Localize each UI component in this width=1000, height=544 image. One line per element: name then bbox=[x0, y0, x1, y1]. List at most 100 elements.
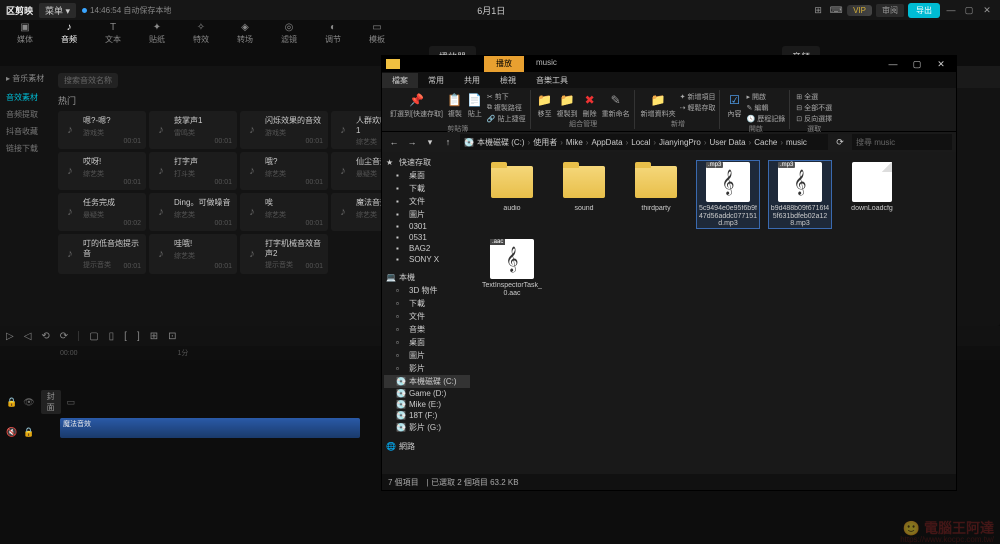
tree-item[interactable]: ▪圖片 bbox=[384, 208, 470, 221]
sound-card[interactable]: ♪Ding。可做噪音综艺类00:01 bbox=[149, 193, 237, 231]
category-tab-4[interactable]: ✧特效 bbox=[180, 20, 222, 46]
minimize-icon[interactable]: — bbox=[944, 3, 958, 17]
copypath-button[interactable]: ⧉ 複製路徑 bbox=[487, 103, 526, 113]
search-input[interactable]: 搜索音效名称 bbox=[58, 73, 118, 88]
breadcrumb-segment[interactable]: music bbox=[786, 138, 807, 147]
lock-icon[interactable]: 🔒 bbox=[6, 397, 17, 408]
breadcrumb-segment[interactable]: JianyingPro bbox=[659, 138, 701, 147]
sound-card[interactable]: ♪哎呀!综艺类00:01 bbox=[58, 152, 146, 190]
review-button[interactable]: 审阅 bbox=[876, 4, 904, 17]
copy-button[interactable]: 📋複製 bbox=[447, 92, 463, 119]
copyto-button[interactable]: 📁複製到 bbox=[557, 92, 578, 119]
sound-card[interactable]: ♪哇哦!综艺类00:01 bbox=[149, 234, 237, 274]
tree-item[interactable]: 💻本機 bbox=[384, 271, 470, 284]
tree-item[interactable]: 🌐網路 bbox=[384, 440, 470, 453]
sound-card[interactable]: ♪哦?综艺类00:01 bbox=[240, 152, 328, 190]
tool-button-6[interactable]: ▯ bbox=[109, 331, 115, 342]
tree-item[interactable]: 💽本機磁碟 (C:) bbox=[384, 375, 470, 388]
paste-button[interactable]: 📄貼上 bbox=[467, 92, 483, 119]
breadcrumb-segment[interactable]: AppData bbox=[591, 138, 622, 147]
export-button[interactable]: 导出 bbox=[908, 3, 940, 18]
sound-card[interactable]: ♪嗯?-嗯?游戏类00:01 bbox=[58, 111, 146, 149]
forward-button[interactable]: → bbox=[404, 134, 420, 150]
tool-button-7[interactable]: [ bbox=[124, 331, 127, 342]
tree-item[interactable]: ▫下載 bbox=[384, 297, 470, 310]
move-button[interactable]: 📁移至 bbox=[537, 92, 553, 119]
recent-button[interactable]: ▾ bbox=[422, 134, 438, 150]
vip-badge[interactable]: VIP bbox=[847, 5, 872, 16]
rename-button[interactable]: ✎重新命名 bbox=[602, 92, 630, 119]
menu-tab[interactable]: 檔案 bbox=[382, 73, 418, 88]
sidebar-item[interactable]: 音频提取 bbox=[0, 106, 52, 123]
tree-item[interactable]: ▫圖片 bbox=[384, 349, 470, 362]
file-item[interactable]: sound bbox=[552, 160, 616, 229]
maximize-icon[interactable]: ▢ bbox=[962, 3, 976, 17]
file-list[interactable]: audiosoundthirdparty.mp3𝄞5c9494e0e95f6b9… bbox=[472, 152, 956, 474]
tree-item[interactable]: 💽Game (D:) bbox=[384, 388, 470, 399]
film-icon[interactable]: ▭ bbox=[67, 397, 76, 408]
tool-button-3[interactable]: ⟳ bbox=[60, 331, 68, 342]
menu-tab[interactable]: 音樂工具 bbox=[526, 73, 578, 88]
close-btn[interactable]: ✕ bbox=[930, 57, 952, 71]
tree-item[interactable]: ▫桌面 bbox=[384, 336, 470, 349]
paste-shortcut-button[interactable]: 🔗 貼上捷徑 bbox=[487, 114, 526, 124]
sound-card[interactable]: ♪打字机械音效音声2提示音类00:01 bbox=[240, 234, 328, 274]
tree-item[interactable]: ▪下載 bbox=[384, 182, 470, 195]
tree-item[interactable]: 💽影片 (G:) bbox=[384, 421, 470, 434]
tool-button-8[interactable]: ] bbox=[137, 331, 140, 342]
open-button[interactable]: ▸ 開啟 bbox=[746, 92, 785, 102]
easyaccess-button[interactable]: ⇢ 輕鬆存取 bbox=[680, 103, 716, 113]
tree-item[interactable]: ▫3D 物件 bbox=[384, 284, 470, 297]
breadcrumb-segment[interactable]: Local bbox=[631, 138, 650, 147]
newfolder-button[interactable]: 📁新增資料夾 bbox=[641, 92, 676, 119]
tool-button-10[interactable]: ⊡ bbox=[168, 331, 176, 342]
edit-button[interactable]: ✎ 編輯 bbox=[746, 103, 785, 113]
tree-item[interactable]: ▪0531 bbox=[384, 232, 470, 243]
category-tab-8[interactable]: ▭模板 bbox=[356, 20, 398, 46]
pin-button[interactable]: 📌釘選到[快速存取] bbox=[390, 92, 443, 119]
sound-card[interactable]: ♪鼓掌声1雷鸣类00:01 bbox=[149, 111, 237, 149]
lock2-icon[interactable]: 🔒 bbox=[23, 427, 34, 438]
eye-icon[interactable]: 👁 bbox=[23, 397, 34, 408]
sidebar-item[interactable]: 音效素材 bbox=[0, 89, 52, 106]
category-tab-2[interactable]: T文本 bbox=[92, 20, 134, 46]
search-box[interactable]: 搜尋 music bbox=[852, 134, 952, 150]
selectnone-button[interactable]: ⊟ 全部不選 bbox=[796, 103, 832, 113]
file-item[interactable]: thirdparty bbox=[624, 160, 688, 229]
tool-button-9[interactable]: ⊞ bbox=[150, 331, 158, 342]
tree-item[interactable]: ▪0301 bbox=[384, 221, 470, 232]
file-item[interactable]: .aac𝄞TextInspectorTask_0.aac bbox=[480, 237, 544, 299]
menu-button[interactable]: 菜单 ▾ bbox=[39, 3, 76, 18]
category-tab-0[interactable]: ▣媒体 bbox=[4, 20, 46, 46]
mute-icon[interactable]: 🔇 bbox=[6, 427, 17, 438]
selectall-button[interactable]: ⊞ 全選 bbox=[796, 92, 832, 102]
tree-item[interactable]: ▫音樂 bbox=[384, 323, 470, 336]
breadcrumb-segment[interactable]: Cache bbox=[754, 138, 777, 147]
newitem-button[interactable]: ✦ 新增項目 bbox=[680, 92, 716, 102]
sound-card[interactable]: ♪叮的低音炮提示音提示音类00:01 bbox=[58, 234, 146, 274]
tree-item[interactable]: 💽Mike (E:) bbox=[384, 399, 470, 410]
tool-button-5[interactable]: ▢ bbox=[89, 331, 98, 342]
tool-button-0[interactable]: ▷ bbox=[6, 331, 14, 342]
category-tab-6[interactable]: ◎滤镜 bbox=[268, 20, 310, 46]
explorer-titlebar[interactable]: 播放 music — ▢ ✕ bbox=[382, 56, 956, 72]
category-tab-5[interactable]: ◈转场 bbox=[224, 20, 266, 46]
file-item[interactable]: .mp3𝄞5c9494e0e95f6b9f47d56addc077151d.mp… bbox=[696, 160, 760, 229]
refresh-button[interactable]: ⟳ bbox=[832, 134, 848, 150]
delete-button[interactable]: ✖刪除 bbox=[582, 92, 598, 119]
sound-card[interactable]: ♪闪烁效果的音效游戏类00:01 bbox=[240, 111, 328, 149]
tool-button-1[interactable]: ◁ bbox=[24, 331, 32, 342]
history-button[interactable]: 🕓 歷程記錄 bbox=[746, 114, 785, 124]
breadcrumb-segment[interactable]: Mike bbox=[566, 138, 583, 147]
music-category[interactable]: ▸ 音乐素材 bbox=[0, 70, 52, 87]
sound-card[interactable]: ♪打字声打斗类00:01 bbox=[149, 152, 237, 190]
up-button[interactable]: ↑ bbox=[440, 134, 456, 150]
breadcrumb-segment[interactable]: 本機磁碟 (C:) bbox=[477, 137, 525, 148]
tree-item[interactable]: ▪SONY X bbox=[384, 254, 470, 265]
cover-toggle[interactable]: 封面 bbox=[41, 390, 61, 414]
tool-button-2[interactable]: ⟲ bbox=[41, 331, 49, 342]
layout-icon[interactable]: ⊞ bbox=[811, 3, 825, 17]
back-button[interactable]: ← bbox=[386, 134, 402, 150]
breadcrumb-segment[interactable]: User Data bbox=[710, 138, 746, 147]
category-tab-7[interactable]: ◐调节 bbox=[312, 20, 354, 46]
